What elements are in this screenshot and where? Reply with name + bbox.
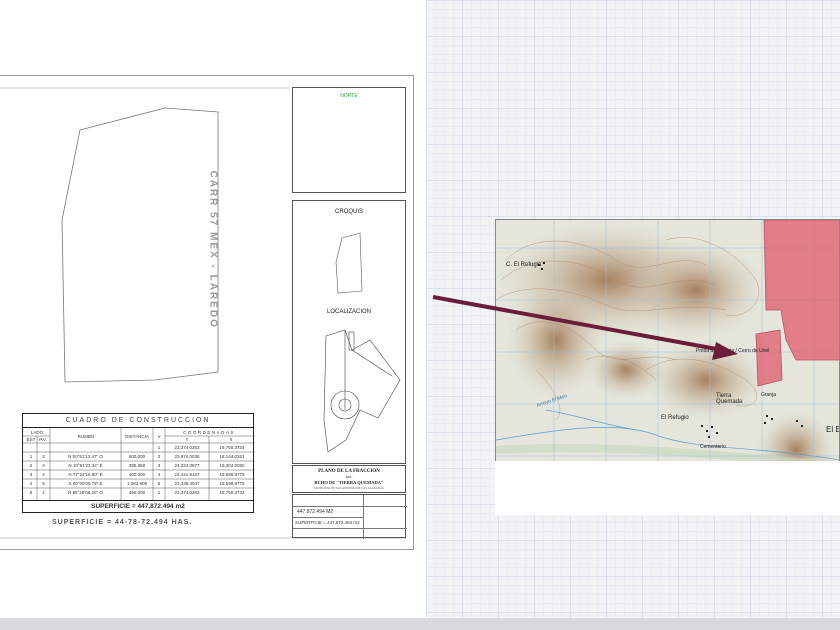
table-cell-v: 4 (157, 472, 161, 477)
table-cell-y: 24,324.3877 (174, 463, 200, 468)
bottom-strip (0, 618, 840, 630)
info-block: 447,872.494 M2 SUPERFICIE = 447,872.494 … (292, 494, 407, 539)
table-cell-est: 5 (29, 490, 33, 495)
table-cell-y: 24,421.9127 (174, 472, 200, 477)
table-cell-v: 3 (157, 463, 161, 468)
title-block: PLANO DE LA FRACCION DEL RCHO DE "TIERRA… (292, 465, 406, 493)
table-cell-rumbo: N 77°24'16.80" E (68, 472, 103, 477)
map-label-right-edge: El E (826, 425, 840, 434)
map-parcel-small (755, 329, 783, 387)
table-cell-x: 18,750.3734 (219, 490, 245, 495)
area-value: 447,872.494 M2 (297, 509, 334, 515)
map-label-tierra-quemada: Tierra Quemada (716, 393, 743, 405)
table-cell-est: 1 (29, 454, 33, 459)
map-label-refugio: El Refugio (661, 415, 689, 421)
table-cell-x: 18,598.9778 (219, 472, 245, 477)
croquis-label: CROQUIS (334, 209, 363, 215)
map-label-cementerio: Cementerio (700, 444, 726, 450)
title-line-1: PLANO DE LA FRACCION (318, 469, 380, 474)
table-cell-pv: 4 (42, 472, 45, 477)
table-cell-v: 1 (157, 445, 161, 450)
table-cell-est: 2 (29, 463, 33, 468)
table-cell-rumbo: N 10°51'23.34" E (68, 463, 103, 468)
table-cell-v: 1 (157, 490, 161, 495)
superficie-note: SUPERFICIE = 447,872.494 m2 (295, 520, 360, 525)
table-cell-dist: 600.000 (128, 454, 146, 459)
title-line-3: RCHO DE "TIERRA QUEMADA" (314, 480, 384, 485)
map-label-presa: Presa de Materia / Cerro de Uriel (696, 348, 770, 354)
table-total: SUPERFICIE = 447,872.494 m2 (23, 500, 253, 513)
table-cell-pv: 3 (42, 463, 45, 468)
table-cell-x: 18,598.9778 (219, 481, 245, 486)
table-cell-x: 18,144.0261 (219, 454, 245, 459)
table-cell-dist: 385.868 (128, 463, 146, 468)
title-line-2: DEL (345, 475, 353, 479)
table-cell-pv: 5 (42, 481, 45, 486)
title-line-4: MUNICIPIO DE SAN ANTONIO DE LAS ALAZANAS (314, 486, 384, 490)
parcel-outline (61, 107, 219, 383)
map-label-granja: Granja (761, 392, 777, 398)
table-cell-est: 4 (29, 481, 33, 486)
croquis-box: CROQUIS LOCALIZACION (292, 200, 406, 464)
table-cell-rumbo: S 00°00'00.79" E (68, 481, 103, 486)
table-cell-v: 2 (157, 454, 161, 459)
table-cell-y: 23,374.0263 (174, 490, 200, 495)
table-cell-v: 5 (157, 481, 161, 486)
table-cell-pv: 1 (42, 490, 45, 495)
table-cell-dist: 1,083.908 (126, 481, 148, 486)
table-cell-dist: 400.000 (128, 472, 146, 477)
table-cell-dist: 456.000 (128, 490, 146, 495)
table-cell-y: 23,374.0263 (174, 445, 200, 450)
localizacion-label: LOCALIZACION (326, 309, 371, 315)
table-cell-x: 18,750.3734 (219, 445, 245, 450)
map-label-refugio-top: C. El Refugio (506, 262, 542, 268)
table-cell-y: 23,974.0036 (174, 454, 200, 459)
table-cell-est: 3 (29, 472, 33, 477)
north-box: NORTE (292, 87, 406, 193)
construction-table: CUADRO DE CONSTRUCCION LADO EST P.V. RUM… (22, 413, 255, 513)
north-label: NORTE (340, 93, 358, 99)
table-cell-x: 18,304.0050 (219, 463, 245, 468)
table-cell-rumbo: N 85°26'06.20" O (68, 490, 103, 495)
table-cell-y: 23,338.4047 (174, 481, 200, 486)
table-cell-pv: 2 (42, 454, 45, 459)
superficie-has-label: SUPERFICIE = 44-78-72.494 HAS. (52, 519, 193, 526)
map-bottom-margin (495, 461, 840, 515)
table-cell-rumbo: N 00°51'13.47" O (68, 454, 103, 459)
road-label: CARR 57 MEX - LAREDO (207, 170, 219, 329)
